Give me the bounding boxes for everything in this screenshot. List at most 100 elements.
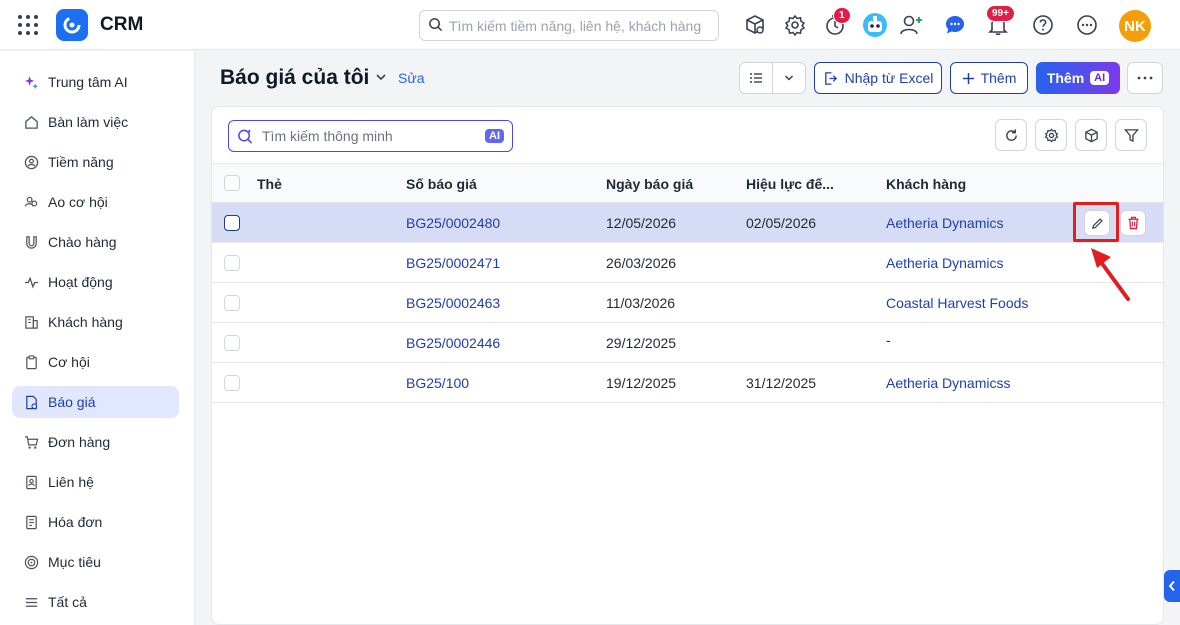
cell-customer[interactable]: Aetheria Dynamics [886,215,1004,231]
global-search[interactable] [419,10,719,41]
robot-avatar-icon[interactable] [862,12,888,38]
more-icon[interactable] [1074,12,1100,38]
sidebar-item-label: Mục tiêu [48,554,101,570]
cell-customer: - [886,332,891,348]
add-button[interactable]: Thêm [950,62,1028,94]
cell-customer[interactable]: Aetheria Dynamics [886,255,1004,271]
sidebar-item-offers[interactable]: Chào hàng [12,226,179,258]
table-row[interactable]: BG25/0002463 11/03/2026 Coastal Harvest … [212,283,1163,323]
import-excel-label: Nhập từ Excel [844,70,934,86]
edit-view-link[interactable]: Sửa [398,70,425,86]
table-row[interactable]: BG25/0002446 29/12/2025 - [212,323,1163,363]
cube-search-icon[interactable] [742,12,768,38]
sidebar-item-contacts[interactable]: Liên hệ [12,466,179,498]
table-row[interactable]: BG25/100 19/12/2025 31/12/2025 Aetheria … [212,363,1163,403]
more-options-button[interactable] [1127,62,1163,94]
search-icon [428,17,443,35]
column-header-quote-number[interactable]: Số báo giá [406,176,477,192]
sidebar-item-quotes[interactable]: Báo giá [12,386,179,418]
chevron-down-icon[interactable] [773,72,805,84]
row-checkbox[interactable] [224,215,240,231]
cell-quote-date: 19/12/2025 [606,375,677,391]
row-edit-button[interactable] [1084,210,1110,236]
column-header-tag[interactable]: Thẻ [257,176,282,192]
column-header-customer[interactable]: Khách hàng [886,176,966,192]
sidebar-item-ai-center[interactable]: Trung tâm AI [12,66,179,98]
select-all-checkbox[interactable] [224,175,240,191]
table-row[interactable]: BG25/0002480 12/05/2026 02/05/2026 Aethe… [212,203,1163,243]
trash-icon [1127,216,1140,230]
building-icon [23,314,39,330]
row-delete-button[interactable] [1120,210,1146,236]
gear-icon [1044,127,1059,143]
apps-grid-icon[interactable] [18,15,38,35]
row-checkbox[interactable] [224,255,240,271]
sidebar-item-label: Cơ hội [48,354,90,370]
bell-icon[interactable]: 99+ [985,5,1015,38]
sidebar-item-invoices[interactable]: Hóa đơn [12,506,179,538]
table-settings-button[interactable] [1035,119,1067,151]
invoice-icon [23,514,39,530]
timer-icon[interactable]: 1 [822,7,851,38]
cart-icon [23,434,39,450]
cell-quote-number[interactable]: BG25/0002446 [406,335,500,351]
user-avatar[interactable]: NK [1119,10,1151,42]
cell-valid-until: 31/12/2025 [746,375,817,391]
cell-quote-number[interactable]: BG25/0002471 [406,255,500,271]
sidebar-item-goals[interactable]: Mục tiêu [12,546,179,578]
list-view-icon[interactable] [740,71,772,85]
cell-quote-number[interactable]: BG25/0002463 [406,295,500,311]
cell-quote-date: 11/03/2026 [606,295,676,311]
global-search-input[interactable] [449,17,709,34]
sidebar-item-activities[interactable]: Hoạt động [12,266,179,298]
smart-search-icon [237,128,254,145]
sidebar-item-label: Chào hàng [48,234,117,250]
gear-icon[interactable] [782,12,808,38]
column-header-quote-date[interactable]: Ngày báo giá [606,176,693,192]
add-with-ai-button[interactable]: Thêm AI [1036,62,1120,94]
row-checkbox[interactable] [224,335,240,351]
sidebar-item-label: Báo giá [48,394,96,410]
timer-badge: 1 [833,7,851,24]
chat-icon[interactable] [942,12,968,38]
cell-valid-until: 02/05/2026 [746,215,817,231]
sparkle-icon [23,74,39,90]
contact-book-icon [23,474,39,490]
refresh-button[interactable] [995,119,1027,151]
cell-quote-number[interactable]: BG25/0002480 [406,215,500,231]
chevron-down-icon[interactable] [374,70,390,86]
more-horizontal-icon [1137,76,1153,80]
crm-logo-icon[interactable] [56,9,88,41]
quotes-card: AI Thẻ Số báo giá Ngày báo giá Hiệu lực … [211,106,1164,625]
smart-search[interactable]: AI [228,120,513,152]
cube-button[interactable] [1075,119,1107,151]
column-header-valid-until[interactable]: Hiệu lực đế... [746,176,834,192]
sidebar-item-label: Khách hàng [48,314,123,330]
sidebar-item-leads[interactable]: Tiềm năng [12,146,179,178]
table-header: Thẻ Số báo giá Ngày báo giá Hiệu lực đế.… [212,163,1163,203]
row-checkbox[interactable] [224,375,240,391]
help-icon[interactable] [1030,12,1056,38]
activity-icon [23,274,39,290]
cell-quote-date: 26/03/2026 [606,255,677,271]
cell-customer[interactable]: Aetheria Dynamicss [886,375,1011,391]
cell-customer[interactable]: Coastal Harvest Foods [886,295,1028,311]
import-icon [823,71,838,86]
notification-badge: 99+ [986,5,1015,22]
panel-collapse-button[interactable] [1164,570,1180,602]
import-excel-button[interactable]: Nhập từ Excel [814,62,942,94]
sidebar-item-workspace[interactable]: Bàn làm việc [12,106,179,138]
filter-button[interactable] [1115,119,1147,151]
smart-search-input[interactable] [262,128,472,144]
row-checkbox[interactable] [224,295,240,311]
cell-quote-number[interactable]: BG25/100 [406,375,469,391]
add-user-icon[interactable] [898,12,924,38]
sidebar-item-opportunity-pool[interactable]: Ao cơ hội [12,186,179,218]
sidebar-item-all[interactable]: Tất cả [12,586,179,618]
sidebar-item-customers[interactable]: Khách hàng [12,306,179,338]
view-switch-button[interactable] [739,62,806,94]
table-row[interactable]: BG25/0002471 26/03/2026 Aetheria Dynamic… [212,243,1163,283]
sidebar-item-orders[interactable]: Đơn hàng [12,426,179,458]
sidebar: Trung tâm AI Bàn làm việc Tiềm năng Ao c… [0,51,195,625]
sidebar-item-opportunities[interactable]: Cơ hội [12,346,179,378]
